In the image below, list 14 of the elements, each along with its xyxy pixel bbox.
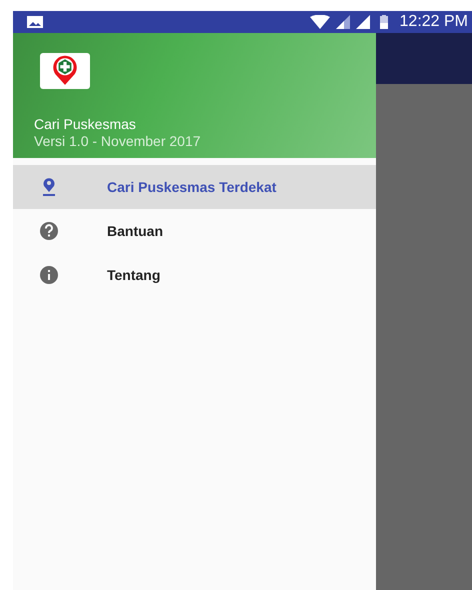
version-text: Versi 1.0 - November 2017	[34, 133, 202, 149]
menu-item[interactable]: Tentang	[13, 253, 376, 297]
menu-item[interactable]: Bantuan	[13, 209, 376, 253]
wifi-icon	[310, 15, 330, 29]
help-icon	[39, 221, 59, 241]
menu-item[interactable]: Cari Puskesmas Terdekat	[13, 165, 376, 209]
info-icon	[39, 265, 59, 285]
battery-icon	[380, 15, 388, 29]
app-name: Cari Puskesmas	[34, 116, 137, 132]
signal-icon	[336, 15, 350, 29]
app-logo-icon	[40, 53, 90, 89]
clock-time: 12:22 PM	[400, 13, 468, 31]
signal-icon	[356, 15, 370, 29]
image-icon	[27, 16, 43, 28]
